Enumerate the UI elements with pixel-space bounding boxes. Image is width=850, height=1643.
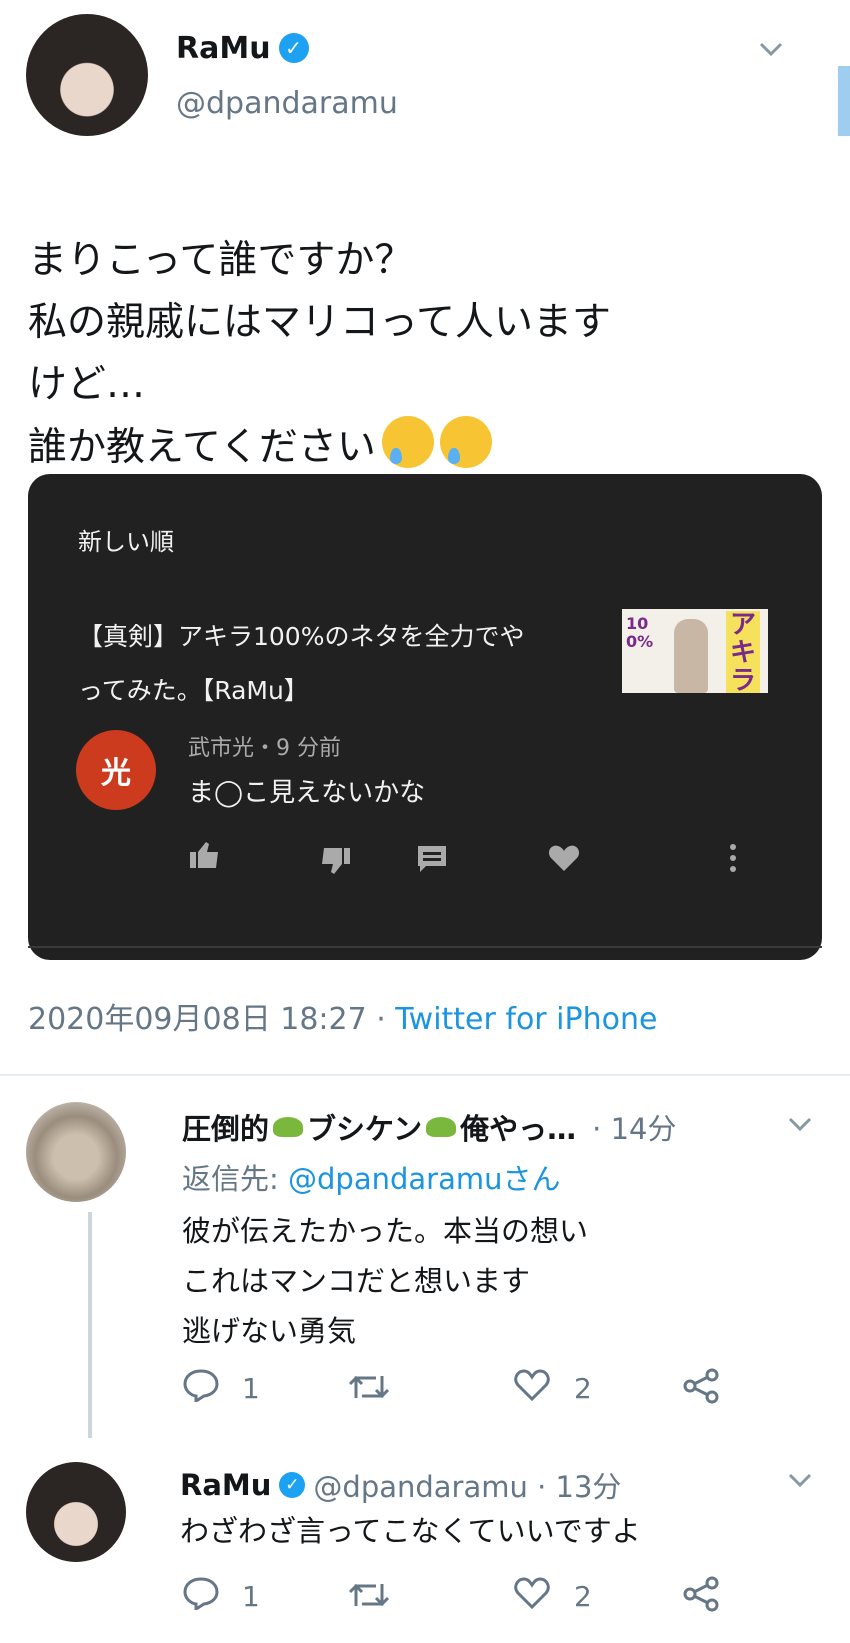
reply1-name-part2[interactable]: ブシケン bbox=[307, 1106, 422, 1148]
reply2-handle-time[interactable]: @dpandaramu · 13分 bbox=[313, 1464, 621, 1506]
author-avatar[interactable] bbox=[26, 14, 148, 136]
reply1-like: 2 bbox=[514, 1368, 592, 1409]
author-handle[interactable]: @dpandaramu bbox=[176, 86, 398, 121]
reply1-time[interactable]: · 14分 bbox=[592, 1106, 676, 1148]
reply2-header: RaMu ✓ @dpandaramu · 13分 bbox=[180, 1464, 621, 1506]
comment-meta: 武市光・9 分前 bbox=[188, 736, 341, 761]
video-thumbnail: 100% アキラ bbox=[622, 609, 768, 693]
reply2-avatar[interactable] bbox=[26, 1462, 126, 1562]
reply2-actions: 1 bbox=[182, 1576, 260, 1617]
reply1-name-part1[interactable]: 圧倒的 bbox=[182, 1106, 269, 1148]
thread-line bbox=[88, 1212, 92, 1438]
heart-icon[interactable] bbox=[548, 844, 580, 876]
reply2-name[interactable]: RaMu bbox=[180, 1468, 271, 1502]
thumbs-up-icon[interactable] bbox=[188, 840, 222, 874]
like-icon[interactable] bbox=[514, 1368, 550, 1409]
like-count: 2 bbox=[574, 1580, 592, 1613]
tweet-timestamp-row: 2020年09月08日 18:27 · Twitter for iPhone bbox=[28, 994, 657, 1038]
scrollbar-thumb[interactable] bbox=[838, 66, 850, 136]
retweet-icon[interactable] bbox=[346, 1578, 392, 1616]
tweet-source[interactable]: Twitter for iPhone bbox=[395, 1002, 657, 1037]
tweet-text-content: まりこって誰ですか？ 私の親戚にはマリコって人います けど… 誰か教えてください bbox=[28, 238, 612, 470]
reply-count: 1 bbox=[242, 1372, 260, 1405]
verified-badge-icon: ✓ bbox=[279, 1472, 306, 1498]
attached-image[interactable]: 新しい順 【真剣】アキラ100%のネタを全力でや ってみた。【RaMu】 100… bbox=[28, 474, 822, 960]
reply-icon[interactable] bbox=[182, 1576, 220, 1617]
thread-divider bbox=[0, 1074, 850, 1076]
reply-comment-icon[interactable] bbox=[416, 844, 448, 878]
reply-to-prefix: 返信先: bbox=[182, 1162, 288, 1196]
tweet-text: まりこって誰ですか？ 私の親戚にはマリコって人います けど… 誰か教えてください bbox=[28, 168, 828, 479]
reply1-name-part3[interactable]: 俺やっ… bbox=[460, 1106, 576, 1148]
author-name[interactable]: RaMu bbox=[176, 31, 271, 66]
share-icon[interactable] bbox=[682, 1576, 720, 1616]
thumbnail-text: アキラ bbox=[726, 611, 760, 693]
reply1-reply-to: 返信先: @dpandaramuさん bbox=[182, 1156, 560, 1198]
reply-to-handle[interactable]: @dpandaramuさん bbox=[288, 1162, 560, 1196]
reply1-text: 彼が伝えたかった。本当の想い これはマンコだと想います 逃げない勇気 bbox=[182, 1214, 589, 1348]
more-options-icon[interactable] bbox=[728, 842, 738, 878]
sort-label: 新しい順 bbox=[78, 528, 174, 556]
thumbnail-side-text: 100% bbox=[626, 614, 654, 651]
verified-badge-icon: ✓ bbox=[278, 33, 309, 63]
crying-face-emoji-icon bbox=[439, 416, 492, 468]
thumbs-down-icon[interactable] bbox=[318, 846, 352, 880]
share-icon[interactable] bbox=[682, 1368, 720, 1408]
chevron-down-icon[interactable] bbox=[756, 34, 786, 64]
commenter-avatar[interactable]: 光 bbox=[76, 730, 156, 810]
retweet-icon[interactable] bbox=[346, 1370, 392, 1408]
like-count: 2 bbox=[574, 1372, 592, 1405]
video-title: 【真剣】アキラ100%のネタを全力でや ってみた。【RaMu】 bbox=[78, 610, 608, 718]
turtle-emoji-icon bbox=[273, 1117, 304, 1137]
chevron-down-icon[interactable] bbox=[786, 1466, 814, 1494]
video-title-line1: 【真剣】アキラ100%のネタを全力でや bbox=[78, 622, 525, 651]
reply1-header: 圧倒的 ブシケン 俺やっ… · 14分 bbox=[182, 1106, 677, 1148]
commenter-initial: 光 bbox=[101, 756, 131, 791]
chevron-down-icon[interactable] bbox=[786, 1110, 814, 1138]
reply1-avatar[interactable] bbox=[26, 1102, 126, 1202]
timestamp-separator: · bbox=[366, 1002, 396, 1037]
like-icon[interactable] bbox=[514, 1576, 550, 1617]
comment-text: ま◯こ見えないかな bbox=[188, 778, 426, 808]
reply2-text: わざわざ言ってこなくていいですよ bbox=[180, 1514, 641, 1548]
reply-count: 1 bbox=[242, 1580, 260, 1613]
crying-face-emoji-icon bbox=[381, 416, 434, 468]
author-name-row[interactable]: RaMu ✓ bbox=[176, 28, 309, 68]
reply2-like: 2 bbox=[514, 1576, 592, 1617]
thumbnail-figure bbox=[674, 619, 708, 693]
tweet-timestamp[interactable]: 2020年09月08日 18:27 bbox=[28, 1002, 367, 1037]
turtle-emoji-icon bbox=[426, 1117, 457, 1137]
video-title-line2: ってみた。【RaMu】 bbox=[78, 676, 309, 705]
reply1-actions: 1 bbox=[182, 1368, 260, 1409]
embed-divider bbox=[28, 946, 822, 948]
reply-icon[interactable] bbox=[182, 1368, 220, 1409]
